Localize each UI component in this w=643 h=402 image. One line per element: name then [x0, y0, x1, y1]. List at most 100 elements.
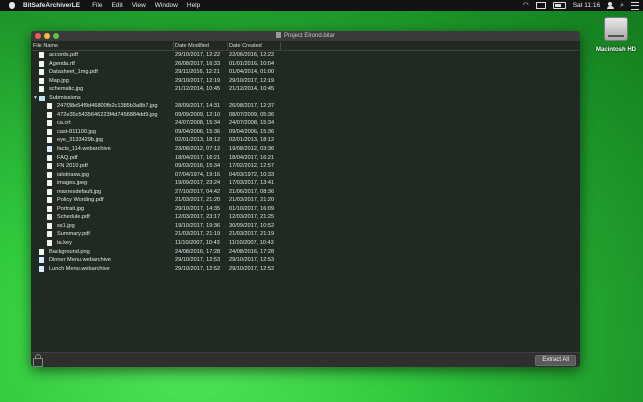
apple-menu-icon[interactable]	[9, 2, 15, 9]
file-name: FAQ.pdf	[57, 154, 78, 161]
user-icon[interactable]	[607, 2, 613, 9]
webarchive-icon	[39, 265, 44, 272]
date-created: 21/03/2017, 21:19	[229, 231, 275, 238]
document-icon	[47, 120, 52, 127]
date-created: 22/06/2016, 12:22	[229, 52, 275, 58]
menu-help[interactable]: Help	[187, 2, 200, 9]
file-row[interactable]: maxresdefault.jpg 27/10/2017, 04:42 21/06/…	[31, 188, 580, 197]
file-row[interactable]: 247f38e54f9d46800fb2c1385b3a8b7.jpg 28/09…	[31, 102, 580, 111]
date-modified: 19/10/2017, 19:36	[175, 222, 221, 229]
column-header-modified[interactable]: Date Modified	[175, 42, 209, 50]
file-name: FN 2010.pdf	[57, 163, 88, 170]
file-name: accords.pdf	[49, 52, 78, 58]
file-row[interactable]: Agenda.rtf 26/08/2017, 16:33 01/01/2016, 1…	[31, 60, 580, 69]
file-name: Submissions	[49, 94, 81, 101]
date-modified: 28/09/2017, 14:31	[175, 103, 221, 110]
date-modified: 09/03/2016, 15:34	[175, 163, 221, 170]
file-row[interactable]: Map.jpg 29/10/2017, 12:19 29/10/2017, 12:1…	[31, 77, 580, 86]
document-icon	[47, 214, 52, 221]
notification-center-icon[interactable]	[631, 1, 639, 10]
date-modified: 29/11/2016, 12:21	[175, 69, 220, 76]
bottom-bar: Extract All	[31, 352, 580, 367]
file-name: facts_114.webarchive	[57, 146, 111, 153]
file-row[interactable]: FN 2010.pdf 09/03/2016, 15:34 17/02/2012, …	[31, 162, 580, 171]
file-row[interactable]: cast-811100.jpg 09/04/2006, 15:36 09/04/20…	[31, 128, 580, 137]
archive-window: Project Elrond.bitar File Name Date Modi…	[31, 31, 580, 367]
file-row[interactable]: ialotriasw.jpg 07/04/1974, 19:16 04/03/197…	[31, 171, 580, 180]
date-modified: 29/10/2017, 12:22	[175, 52, 221, 58]
file-name: Lunch Menu.webarchive	[49, 265, 110, 272]
file-row[interactable]: FAQ.pdf 18/04/2017, 16:21 18/04/2017, 16:2…	[31, 154, 580, 163]
document-icon	[39, 86, 44, 93]
file-row[interactable]: Dinner Menu.webarchive 29/10/2017, 12:53 2…	[31, 256, 580, 265]
file-name: Policy Wording.pdf	[57, 197, 104, 204]
menu-view[interactable]: View	[132, 2, 146, 9]
date-created: 21/06/2017, 08:36	[229, 188, 275, 195]
file-row[interactable]: Background.png 24/08/2016, 17:28 24/08/201…	[31, 248, 580, 257]
file-name: Schedule.pdf	[57, 214, 90, 221]
column-header-created[interactable]: Date Created	[229, 42, 262, 50]
file-row[interactable]: Portrait.jpg 29/10/2017, 14:35 01/10/2017,…	[31, 205, 580, 214]
folder-row[interactable]: ▼ Submissions	[31, 94, 580, 103]
date-modified: 23/08/2012, 07:12	[175, 146, 221, 153]
document-icon	[47, 128, 52, 135]
date-modified: 09/09/2009, 12:10	[175, 111, 221, 118]
file-row[interactable]: schematic.jpg 21/12/2014, 10:45 21/12/2014…	[31, 85, 580, 94]
date-created: 24/07/2008, 15:34	[229, 120, 275, 127]
file-row[interactable]: 472e35c5435646223f4d7456884dd9.jpg 09/09/…	[31, 111, 580, 120]
menu-edit[interactable]: Edit	[112, 2, 123, 9]
date-modified: 26/08/2017, 16:33	[175, 60, 221, 67]
window-titlebar[interactable]: Project Elrond.bitar	[31, 31, 580, 42]
column-divider[interactable]	[227, 42, 228, 50]
date-modified: 18/04/2017, 16:21	[175, 154, 221, 161]
file-row[interactable]: Schedule.pdf 12/03/2017, 23:17 12/03/2017,…	[31, 213, 580, 222]
file-name: Summary.pdf	[57, 231, 90, 238]
date-modified: 11/10/2007, 10:43	[175, 240, 220, 247]
document-icon	[47, 205, 52, 212]
lock-icon[interactable]	[33, 354, 43, 367]
battery-icon[interactable]	[552, 2, 566, 9]
spotlight-search-icon[interactable]: ⌕	[620, 2, 624, 9]
column-header-name[interactable]: File Name	[33, 42, 58, 50]
file-name: schematic.jpg	[49, 86, 84, 93]
date-created: 11/10/2007, 10:43	[229, 240, 274, 247]
file-name: cast-811100.jpg	[57, 128, 96, 135]
desktop-drive[interactable]: Macintosh HD	[594, 15, 638, 53]
file-list: accords.pdf 29/10/2017, 12:22 22/06/2016, …	[31, 51, 580, 273]
file-row[interactable]: Lunch Menu.webarchive 29/10/2017, 12:52 29…	[31, 265, 580, 274]
disclosure-triangle-icon[interactable]: ▼	[33, 94, 38, 103]
date-modified: 27/10/2017, 04:42	[175, 188, 221, 195]
file-row[interactable]: images.jpeg 19/09/2017, 23:24 17/03/2017, …	[31, 179, 580, 188]
column-divider[interactable]	[173, 42, 174, 50]
app-menu[interactable]: BitSafeArchiverLE	[23, 2, 80, 9]
date-created: 29/10/2017, 12:53	[229, 257, 275, 264]
date-modified: 29/10/2017, 12:19	[175, 77, 221, 84]
menu-file[interactable]: File	[92, 2, 102, 9]
date-modified: 09/04/2006, 15:36	[175, 128, 221, 135]
column-divider[interactable]	[280, 42, 281, 50]
file-name: Datasheet_1mg.pdf	[49, 69, 98, 76]
hard-drive-icon[interactable]	[604, 17, 628, 41]
date-created: 29/10/2017, 12:52	[229, 265, 275, 272]
document-icon	[39, 248, 44, 255]
display-icon[interactable]	[535, 2, 546, 9]
file-row[interactable]: accords.pdf 29/10/2017, 12:22 22/06/2016, …	[31, 51, 580, 60]
extract-all-button[interactable]: Extract All	[535, 355, 576, 366]
menu-window[interactable]: Window	[155, 2, 178, 9]
file-row[interactable]: Datasheet_1mg.pdf 29/11/2016, 12:21 01/04/…	[31, 68, 580, 77]
file-row[interactable]: facts_114.webarchive 23/08/2012, 07:12 19/…	[31, 145, 580, 154]
file-row[interactable]: ca.crt 24/07/2008, 15:34 24/07/2008, 15:34	[31, 119, 580, 128]
file-row[interactable]: ta.key 11/10/2007, 10:43 11/10/2007, 10:43	[31, 239, 580, 248]
folder-icon	[39, 95, 45, 101]
file-row[interactable]: Policy Wording.pdf 21/03/2017, 21:20 21/03…	[31, 196, 580, 205]
date-modified: 07/04/1974, 19:16	[175, 171, 221, 178]
menubar-clock[interactable]: Sat 11:16	[573, 2, 600, 9]
date-modified: 24/08/2016, 17:28	[175, 248, 221, 255]
date-created: 29/10/2017, 12:19	[229, 77, 275, 84]
date-modified: 19/09/2017, 23:24	[175, 180, 221, 187]
wifi-icon[interactable]: ◠	[523, 2, 529, 9]
file-row[interactable]: eye_3133429b.jpg 02/01/2013, 18:12 02/01/2…	[31, 136, 580, 145]
file-row[interactable]: ss1.jpg 19/10/2017, 19:36 30/09/2017, 10:5…	[31, 222, 580, 231]
file-row[interactable]: Summary.pdf 21/03/2017, 21:19 21/03/2017, …	[31, 230, 580, 239]
date-modified: 29/10/2017, 12:52	[175, 265, 221, 272]
